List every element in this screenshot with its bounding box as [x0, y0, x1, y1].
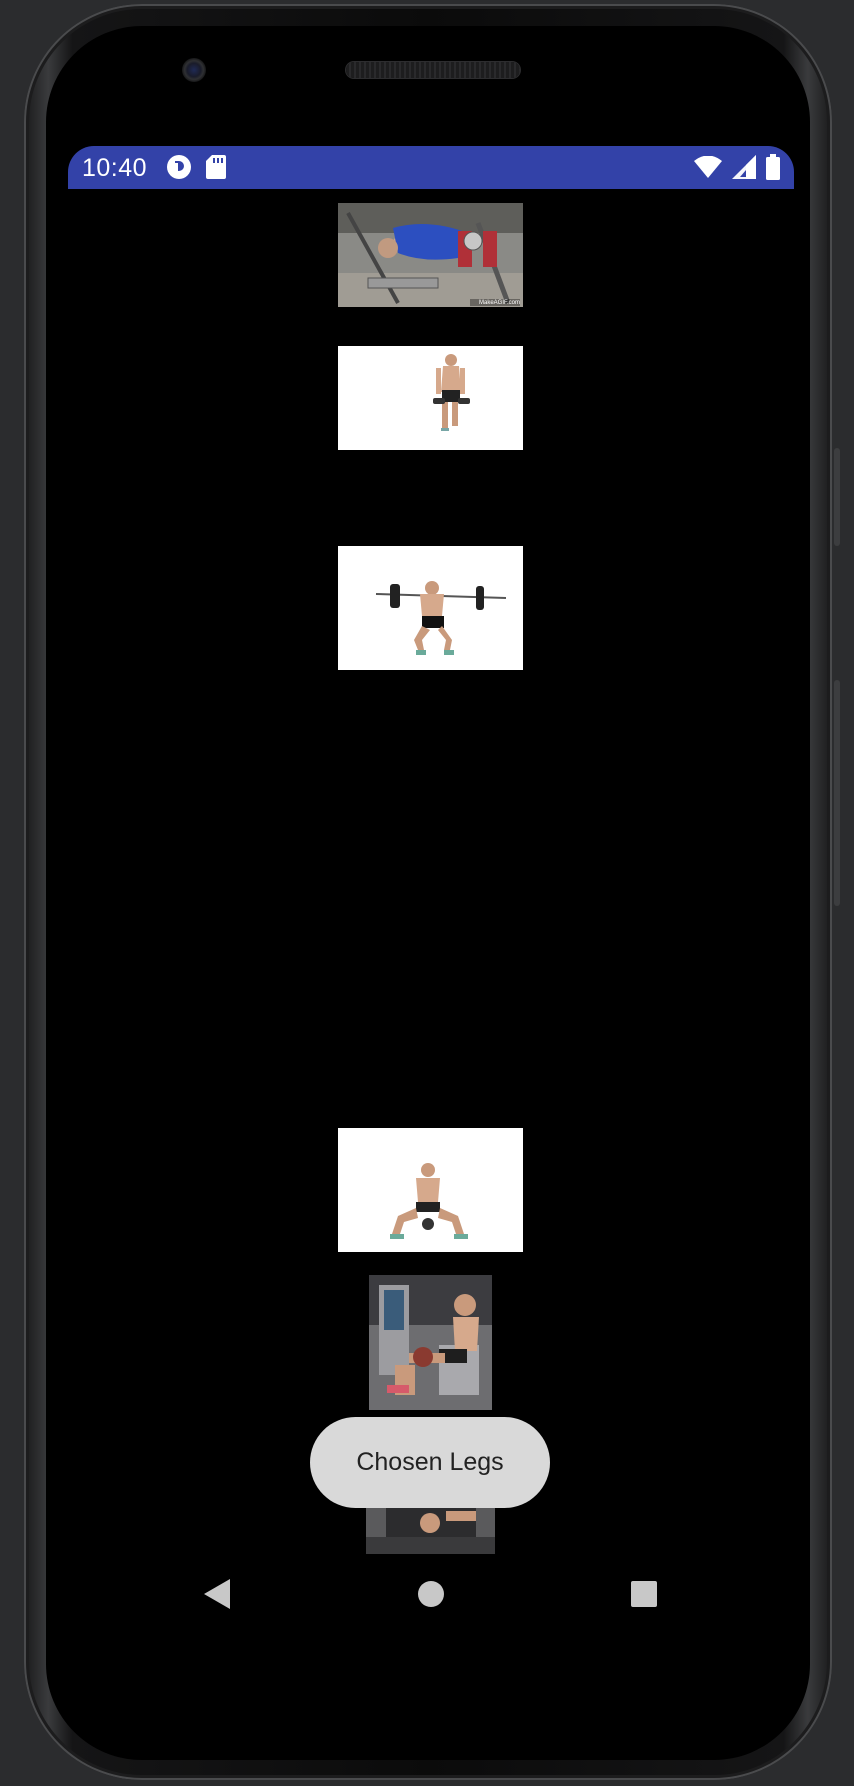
status-time: 10:40 — [82, 154, 148, 182]
earpiece-speaker — [346, 62, 520, 78]
exercise-image-dumbbell-lunge[interactable] — [338, 346, 523, 450]
watermark-text: MakeAGIF.com — [478, 300, 520, 306]
back-button[interactable] — [190, 1568, 246, 1624]
back-icon — [204, 1578, 232, 1614]
circle-g-icon — [166, 154, 192, 185]
home-button[interactable] — [403, 1568, 459, 1624]
exercise-image-barbell-squat[interactable] — [338, 546, 523, 670]
wifi-icon — [694, 155, 722, 183]
recents-button[interactable] — [616, 1568, 672, 1624]
signal-icon — [732, 155, 756, 184]
exercise-image-leg-curl[interactable]: MakeAGIF.com — [338, 203, 523, 307]
navigation-bar — [68, 1560, 794, 1630]
battery-icon — [766, 154, 780, 185]
status-bar: 10:40 — [68, 146, 794, 189]
exercise-image-kettlebell-squat[interactable] — [338, 1128, 523, 1252]
toast-message: Chosen Legs — [310, 1417, 550, 1508]
recents-icon — [630, 1580, 658, 1613]
sd-card-icon — [206, 155, 226, 184]
exercise-image-leg-extension[interactable] — [369, 1275, 492, 1410]
home-icon — [417, 1580, 445, 1613]
exercise-list: MakeAGIF.com — [68, 189, 794, 1556]
volume-button — [834, 448, 840, 546]
front-camera — [182, 58, 206, 82]
power-button — [834, 680, 840, 906]
